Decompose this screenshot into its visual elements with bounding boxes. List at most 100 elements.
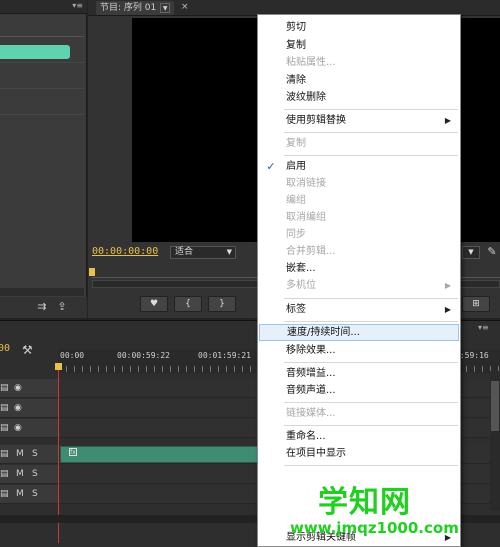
zoom-select-value: 适合 [175,247,194,257]
speaker-icon[interactable]: ▤ [0,468,9,480]
submenu-arrow-icon: ▶ [444,281,451,290]
menu-separator [284,362,458,363]
project-panel: ▾≡ ⇉ ⇪ [0,0,87,318]
find-icon[interactable]: ⇪ [56,301,68,313]
menu-separator [284,465,458,466]
track-header[interactable]: ▤ ◉ [0,419,58,438]
playhead-handle[interactable] [55,363,62,370]
solo-toggle[interactable]: S [32,468,38,480]
menu-item-ungroup[interactable]: 取消编组 [259,209,459,226]
track-header[interactable]: ▤ ◉ [0,399,58,418]
menu-item-label-color[interactable]: 标签 ▶ [259,301,459,318]
ruler-label: 00:01:59:21 [198,351,251,360]
menu-separator [284,298,458,299]
panel-menu-icon[interactable]: ▾≡ [478,323,489,332]
speaker-icon[interactable]: ▤ [0,448,9,460]
menu-item-clear[interactable]: 清除 [259,72,459,89]
menu-item-audio-gain[interactable]: 音频增益... [259,365,459,382]
menu-item-paste-attributes[interactable]: 粘贴属性... [259,54,459,71]
chevron-down-icon[interactable]: ▼ [160,2,171,13]
project-panel-header: ▾≡ [0,0,87,14]
fx-badge-icon: fx [69,448,77,456]
scrollbar-thumb[interactable] [491,381,499,431]
close-icon[interactable]: × [181,2,189,12]
submenu-arrow-icon: ▶ [444,305,451,314]
film-icon[interactable]: ▤ [0,382,9,394]
menu-item-label: 启用 [286,161,306,172]
track-header[interactable]: ▤ ◉ [0,379,58,398]
mute-toggle[interactable]: M [16,448,24,460]
export-frame-button[interactable]: ⊞ [462,296,490,312]
selected-item-bar[interactable] [0,45,70,59]
menu-separator [284,321,458,322]
menu-separator [284,132,458,133]
menu-item-label: 使用剪辑替换 [286,115,346,126]
menu-item-reveal-in-project[interactable]: 在项目中显示 [259,445,459,462]
menu-separator [284,402,458,403]
menu-item-synchronize[interactable]: 同步 [259,226,459,243]
watermark-logo: 学知网 [318,485,411,520]
resolution-select[interactable]: ▼ [462,246,480,259]
menu-item-cut[interactable]: 剪切 [259,19,459,36]
tab-program-sequence[interactable]: 节目: 序列 01 ▼ [96,1,175,15]
film-icon[interactable]: ▤ [0,422,9,434]
track-header[interactable]: ▤ M S [0,485,58,504]
track-header[interactable]: ▤ M S [0,445,58,464]
eye-icon[interactable]: ◉ [14,402,22,414]
panel-menu-icon[interactable]: ▾≡ [72,1,83,10]
menu-item-duplicate[interactable]: 复制 [259,135,459,152]
audio-clip[interactable]: fx [60,446,260,463]
clip-context-menu: 剪切 复制 粘贴属性... 清除 波纹删除 使用剪辑替换 ▶ 复制 ✓ 启用 取… [257,14,461,547]
wrench-icon[interactable]: ✎ [486,246,498,258]
divider [0,36,84,37]
menu-item-link-media[interactable]: 链接媒体... [259,405,459,422]
menu-item-remove-effects[interactable]: 移除效果... [259,342,459,359]
ruler-label: 00:00 [60,351,85,360]
watermark-url: www.jmqz1000.com [290,519,459,537]
menu-item-nest[interactable]: 嵌套... [259,260,459,277]
solo-toggle[interactable]: S [32,488,38,500]
eye-icon[interactable]: ◉ [14,422,22,434]
automate-sequence-icon[interactable]: ⇉ [36,301,48,313]
menu-item-copy[interactable]: 复制 [259,37,459,54]
mute-toggle[interactable]: M [16,488,24,500]
project-toolbar: ⇉ ⇪ [0,297,87,318]
menu-item-enable[interactable]: ✓ 启用 [259,158,459,175]
menu-item-merge-clips[interactable]: 合并剪辑... [259,243,459,260]
divider [0,114,84,115]
tab-label: 节目: 序列 01 [100,3,157,13]
wrench-icon[interactable]: ⚒ [22,343,33,357]
timeline-timecode[interactable]: 00 [0,343,10,354]
menu-item-replace-with-clip[interactable]: 使用剪辑替换 ▶ [259,112,459,129]
menu-item-unlink[interactable]: 取消链接 [259,175,459,192]
chevron-down-icon: ▼ [226,248,232,256]
mark-in-button[interactable]: { [174,296,202,312]
divider [0,62,84,63]
horizontal-scrollbar[interactable] [0,288,84,296]
eye-icon[interactable]: ◉ [14,382,22,394]
menu-item-label: 标签 [286,304,306,315]
menu-item-multi-camera[interactable]: 多机位 ▶ [259,277,459,294]
menu-item-audio-channels[interactable]: 音频声道... [259,382,459,399]
menu-separator [284,425,458,426]
menu-item-ripple-delete[interactable]: 波纹删除 [259,89,459,106]
menu-separator [284,155,458,156]
add-marker-button[interactable]: ♥ [140,296,168,312]
film-icon[interactable]: ▤ [0,402,9,414]
menu-item-speed-duration[interactable]: 速度/持续时间... [259,324,459,341]
mute-toggle[interactable]: M [16,468,24,480]
track-header[interactable]: ▤ M S [0,465,58,484]
divider [0,88,84,89]
playhead-marker[interactable] [89,268,95,276]
menu-item-label: 多机位 [286,280,316,291]
checkmark-icon: ✓ [266,160,276,173]
solo-toggle[interactable]: S [32,448,38,460]
mark-out-button[interactable]: } [208,296,236,312]
menu-item-rename[interactable]: 重命名... [259,428,459,445]
menu-item-group[interactable]: 编组 [259,192,459,209]
zoom-select[interactable]: 适合 ▼ [170,246,236,259]
playhead-timecode[interactable]: 00:00:00:00 [92,246,158,257]
ruler-label: 00:00:59:22 [117,351,170,360]
speaker-icon[interactable]: ▤ [0,488,9,500]
submenu-arrow-icon: ▶ [444,116,451,125]
